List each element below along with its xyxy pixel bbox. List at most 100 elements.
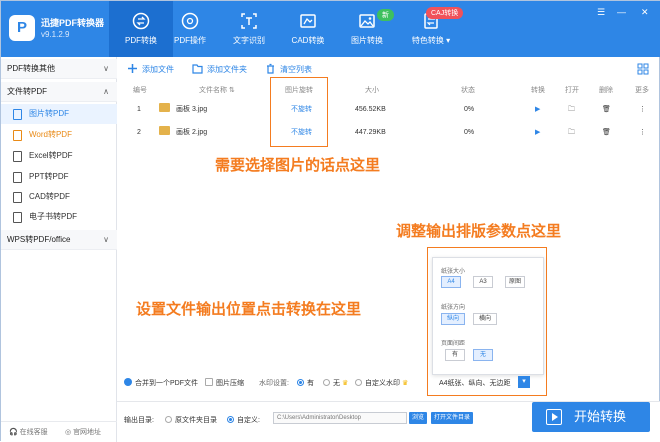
col-num: 编号 bbox=[133, 87, 147, 94]
layout-summary: A4纸张、纵向、无边距 bbox=[439, 380, 511, 387]
play-icon bbox=[546, 409, 562, 425]
crown-icon: ♛ bbox=[342, 380, 349, 387]
compress-checkbox[interactable]: 图片压缩 bbox=[205, 378, 244, 388]
add-file-button[interactable]: 添加文件 bbox=[127, 63, 174, 75]
add-folder-button[interactable]: 添加文件夹 bbox=[192, 63, 247, 75]
more-icon[interactable]: ⋮ bbox=[639, 99, 646, 121]
browse-button[interactable]: 浏览 bbox=[409, 412, 428, 424]
margin-yes-option[interactable]: 有 bbox=[445, 349, 465, 361]
col-delete: 删除 bbox=[599, 87, 613, 94]
unchecked-icon bbox=[205, 378, 213, 386]
orig-dir-radio[interactable]: 原文件夹目录 bbox=[165, 415, 217, 425]
image-thumb-icon bbox=[159, 126, 170, 135]
table-row: 2 画板 2.jpg 不旋转 447.29KB 0% ▶ 🗀 🗑 ⋮ bbox=[117, 122, 660, 144]
pdf-ops-icon bbox=[181, 12, 199, 30]
radio-off-icon bbox=[355, 379, 362, 386]
play-icon[interactable]: ▶ bbox=[535, 122, 540, 144]
watermark-custom-radio[interactable]: 自定义水印 ♛ bbox=[355, 378, 408, 388]
layout-dropdown-button[interactable]: ▾ bbox=[518, 376, 530, 388]
grid-view-icon[interactable] bbox=[637, 63, 649, 75]
clear-list-button[interactable]: 清空列表 bbox=[265, 63, 312, 75]
new-badge: 新 bbox=[377, 9, 394, 21]
sidebar-item-excel-to-pdf[interactable]: Excel转PDF bbox=[1, 146, 117, 166]
tab-label: 特色转换 ▾ bbox=[411, 36, 451, 45]
sidebar-item-cad-to-pdf[interactable]: CAD转PDF bbox=[1, 187, 117, 207]
paper-size-label: 纸张大小 bbox=[441, 269, 466, 275]
add-folder-icon bbox=[192, 64, 203, 74]
row-name: 画板 3.jpg bbox=[159, 99, 207, 121]
sidebar-item-label: 图片转PDF bbox=[29, 109, 69, 118]
margin-no-option[interactable]: 无 bbox=[473, 349, 493, 361]
cad-file-icon bbox=[13, 192, 22, 203]
website-link[interactable]: ◎ 官网地址 bbox=[65, 427, 101, 437]
open-dir-button[interactable]: 打开文件目录 bbox=[431, 412, 474, 424]
rotate-highlight-box bbox=[270, 77, 328, 147]
image-thumb-icon bbox=[159, 103, 170, 112]
app-name: 迅捷PDF转换器 bbox=[41, 18, 105, 28]
paper-a4-option[interactable]: A4 bbox=[441, 276, 461, 288]
start-convert-button[interactable]: 开始转换 bbox=[532, 402, 650, 432]
portrait-option[interactable]: 纵向 bbox=[441, 313, 465, 325]
app-version: v9.1.2.9 bbox=[41, 30, 70, 39]
watermark-no-radio[interactable]: 无 ♛ bbox=[323, 378, 348, 388]
add-file-icon bbox=[128, 64, 137, 73]
app-logo: P bbox=[9, 15, 35, 41]
sidebar-item-ebook-to-pdf[interactable]: 电子书转PDF bbox=[1, 207, 117, 227]
output-path-field[interactable]: C:\Users\Administrator\Desktop bbox=[273, 412, 407, 424]
folder-icon[interactable]: 🗀 bbox=[568, 122, 575, 144]
layout-annotation: 调整输出排版参数点这里 bbox=[396, 223, 562, 240]
output-label: 输出目录: bbox=[124, 417, 154, 424]
minimize-button[interactable]: — bbox=[617, 7, 626, 17]
radio-off-icon bbox=[323, 379, 330, 386]
watermark-yes-radio[interactable]: 有 bbox=[297, 378, 314, 388]
sidebar-item-label: 电子书转PDF bbox=[29, 212, 77, 221]
col-convert: 转换 bbox=[531, 87, 545, 94]
add-folder-label: 添加文件夹 bbox=[207, 65, 247, 74]
menu-button[interactable]: ☰ bbox=[597, 7, 605, 18]
col-more: 更多 bbox=[635, 87, 649, 94]
merge-checkbox[interactable]: 合并到一个PDF文件 bbox=[124, 378, 198, 388]
paper-original-option[interactable]: 原图 bbox=[505, 276, 525, 288]
folder-icon[interactable]: 🗀 bbox=[568, 99, 575, 121]
sidebar-section-file-to-pdf[interactable]: 文件转PDF ∧ bbox=[1, 82, 117, 102]
close-button[interactable]: ✕ bbox=[641, 7, 649, 18]
more-icon[interactable]: ⋮ bbox=[639, 122, 646, 144]
sidebar-item-ppt-to-pdf[interactable]: PPT转PDF bbox=[1, 167, 117, 187]
play-icon[interactable]: ▶ bbox=[535, 99, 540, 121]
sidebar: PDF转换其他 ∨ 文件转PDF ∧ 图片转PDF Word转PDF Excel… bbox=[1, 57, 117, 442]
row-size: 456.52KB bbox=[355, 106, 386, 113]
online-service-link[interactable]: 🎧 在线客服 bbox=[9, 427, 48, 437]
chevron-down-icon: ∨ bbox=[103, 64, 109, 73]
tab-cad[interactable]: CAD转换 bbox=[276, 1, 340, 57]
col-size: 大小 bbox=[365, 87, 379, 94]
convert-icon bbox=[132, 12, 150, 30]
landscape-option[interactable]: 横向 bbox=[473, 313, 497, 325]
custom-dir-radio[interactable]: 自定义: bbox=[227, 415, 260, 425]
sidebar-item-label: CAD转PDF bbox=[29, 192, 70, 201]
row-size: 447.29KB bbox=[355, 129, 386, 136]
checked-icon bbox=[124, 378, 132, 386]
sidebar-item-word-to-pdf[interactable]: Word转PDF bbox=[1, 125, 117, 145]
add-file-label: 添加文件 bbox=[142, 65, 174, 74]
sidebar-section-wps[interactable]: WPS转PDF/office ∨ bbox=[1, 230, 117, 250]
section-label: WPS转PDF/office bbox=[7, 235, 71, 244]
tab-label: CAD转换 bbox=[291, 36, 325, 45]
col-name[interactable]: 文件名称 ⇅ bbox=[199, 85, 235, 95]
app-window: P 迅捷PDF转换器 v9.1.2.9 PDF转换 PDF操作 文字识别 CAD… bbox=[0, 0, 660, 442]
radio-on-icon bbox=[227, 416, 234, 423]
tab-label: PDF操作 bbox=[174, 36, 206, 45]
margin-label: 页面间距 bbox=[441, 341, 466, 347]
delete-icon[interactable]: 🗑 bbox=[602, 99, 611, 121]
paper-a3-option[interactable]: A3 bbox=[473, 276, 493, 288]
image-file-icon bbox=[13, 109, 22, 120]
col-open: 打开 bbox=[565, 87, 579, 94]
clear-list-label: 清空列表 bbox=[280, 65, 312, 74]
sidebar-section-pdf-other[interactable]: PDF转换其他 ∨ bbox=[1, 59, 117, 79]
ppt-file-icon bbox=[13, 172, 22, 183]
tab-ocr[interactable]: 文字识别 bbox=[217, 1, 281, 57]
header-bar: P 迅捷PDF转换器 v9.1.2.9 PDF转换 PDF操作 文字识别 CAD… bbox=[1, 1, 660, 57]
sidebar-item-image-to-pdf[interactable]: 图片转PDF bbox=[1, 104, 117, 124]
tab-pdf-ops[interactable]: PDF操作 bbox=[158, 1, 222, 57]
delete-icon[interactable]: 🗑 bbox=[602, 122, 611, 144]
section-label: PDF转换其他 bbox=[7, 64, 55, 73]
